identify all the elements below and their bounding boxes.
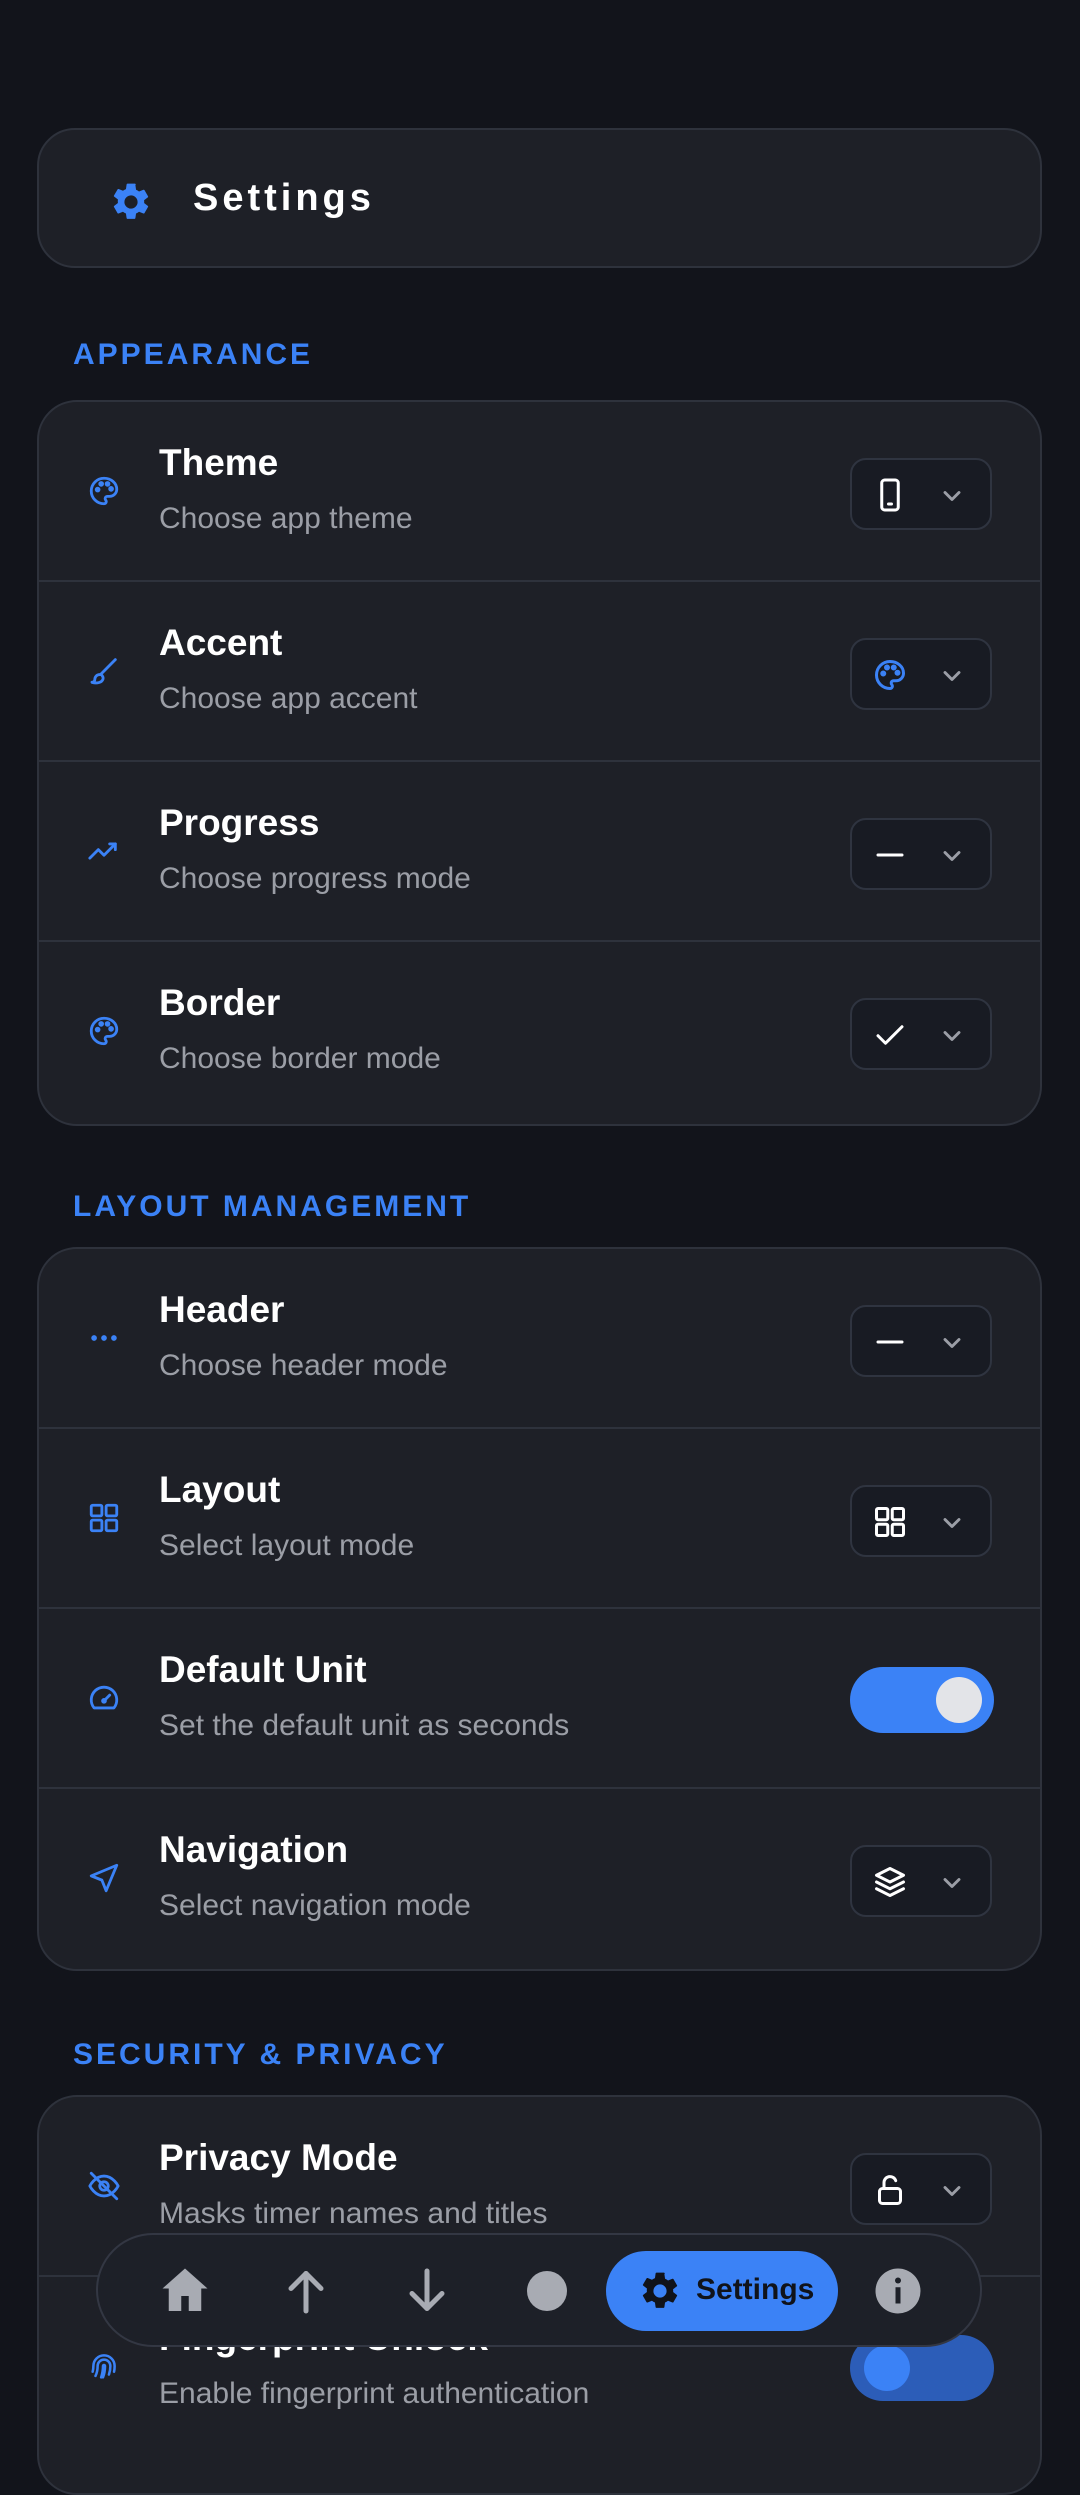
- settings-row-progress[interactable]: Progress Choose progress mode: [39, 760, 1040, 940]
- row-subtitle: Select navigation mode: [159, 1889, 471, 1922]
- section-title-layout: LAYOUT MANAGEMENT: [73, 1190, 472, 1223]
- phone-icon: [880, 478, 900, 512]
- nav-settings-label: Settings: [696, 2273, 815, 2306]
- row-title: Accent: [159, 622, 283, 663]
- eye-off-icon: [88, 2171, 120, 2201]
- row-title: Theme: [159, 442, 279, 483]
- gear-icon: [113, 183, 149, 219]
- row-title: Header: [159, 1289, 285, 1330]
- layout-card: Header Choose header mode Layout Select …: [37, 1247, 1042, 1971]
- border-dropdown[interactable]: [850, 998, 992, 1070]
- layers-icon: [875, 1867, 905, 1897]
- settings-row-default-unit[interactable]: Default Unit Set the default unit as sec…: [39, 1607, 1040, 1787]
- row-subtitle: Enable fingerprint authentication: [159, 2377, 590, 2410]
- row-title: Layout: [159, 1469, 281, 1510]
- appearance-card: Theme Choose app theme Accent Choose app…: [37, 400, 1042, 1126]
- grid-icon: [89, 1503, 119, 1533]
- header-card: Settings: [37, 128, 1042, 268]
- header-dropdown[interactable]: [850, 1305, 992, 1377]
- check-icon: [876, 1025, 904, 1045]
- nav-up-button[interactable]: [276, 2261, 336, 2321]
- nav-info-button[interactable]: [868, 2261, 928, 2321]
- info-icon: [875, 2268, 921, 2314]
- nav-down-button[interactable]: [397, 2261, 457, 2321]
- accent-dropdown[interactable]: [850, 638, 992, 710]
- dots-icon: [91, 1335, 117, 1341]
- chevron-down-icon: [943, 1338, 961, 1348]
- settings-row-border[interactable]: Border Choose border mode: [39, 940, 1040, 1120]
- settings-row-header[interactable]: Header Choose header mode: [39, 1249, 1040, 1427]
- gear-icon: [642, 2272, 678, 2308]
- chevron-down-icon: [943, 671, 961, 681]
- dash-icon: [876, 1340, 904, 1344]
- theme-dropdown[interactable]: [850, 458, 992, 530]
- chevron-down-icon: [943, 491, 961, 501]
- settings-row-theme[interactable]: Theme Choose app theme: [39, 402, 1040, 580]
- bottom-navigation: Settings: [96, 2233, 982, 2347]
- layout-dropdown[interactable]: [850, 1485, 992, 1557]
- navigation-arrow-icon: [89, 1863, 119, 1893]
- settings-row-layout[interactable]: Layout Select layout mode: [39, 1427, 1040, 1607]
- palette-icon: [875, 660, 905, 690]
- row-subtitle: Choose border mode: [159, 1042, 441, 1075]
- section-title-security: SECURITY & PRIVACY: [73, 2038, 448, 2071]
- fingerprint-icon: [91, 2354, 116, 2379]
- row-subtitle: Choose app accent: [159, 682, 418, 715]
- palette-icon: [89, 476, 119, 506]
- chevron-down-icon: [943, 1518, 961, 1528]
- arrow-up-icon: [288, 2271, 324, 2314]
- trend-icon: [88, 842, 117, 860]
- row-subtitle: Select layout mode: [159, 1529, 415, 1562]
- circle-icon: [527, 2271, 567, 2311]
- brush-icon: [90, 658, 117, 685]
- gauge-icon: [89, 1685, 119, 1710]
- nav-circle-button[interactable]: [517, 2261, 577, 2321]
- row-title: Border: [159, 982, 281, 1023]
- chevron-down-icon: [943, 851, 961, 861]
- home-icon: [162, 2268, 208, 2311]
- chevron-down-icon: [943, 2186, 961, 2196]
- section-title-appearance: APPEARANCE: [73, 338, 314, 371]
- settings-row-accent[interactable]: Accent Choose app accent: [39, 580, 1040, 760]
- toggle-knob: [936, 1677, 982, 1723]
- chevron-down-icon: [943, 1878, 961, 1888]
- row-title: Privacy Mode: [159, 2137, 398, 2178]
- lock-icon: [878, 2175, 902, 2205]
- row-title: Progress: [159, 802, 320, 843]
- palette-icon: [89, 1016, 119, 1046]
- row-subtitle: Choose app theme: [159, 502, 413, 535]
- row-subtitle: Choose progress mode: [159, 862, 471, 895]
- row-title: Default Unit: [159, 1649, 367, 1690]
- navigation-dropdown[interactable]: [850, 1845, 992, 1917]
- grid-icon: [875, 1507, 905, 1537]
- row-subtitle: Choose header mode: [159, 1349, 448, 1382]
- chevron-down-icon: [943, 1031, 961, 1041]
- progress-dropdown[interactable]: [850, 818, 992, 890]
- nav-home-button[interactable]: [155, 2261, 215, 2321]
- nav-settings-button[interactable]: Settings: [606, 2251, 838, 2331]
- row-title: Navigation: [159, 1829, 349, 1870]
- settings-row-navigation[interactable]: Navigation Select navigation mode: [39, 1787, 1040, 1967]
- default-unit-toggle[interactable]: [850, 1667, 994, 1733]
- privacy-mode-dropdown[interactable]: [850, 2153, 992, 2225]
- row-subtitle: Set the default unit as seconds: [159, 1709, 570, 1742]
- page-title: Settings: [193, 177, 375, 219]
- dash-icon: [876, 853, 904, 857]
- toggle-knob: [864, 2345, 910, 2391]
- row-subtitle: Masks timer names and titles: [159, 2197, 548, 2230]
- arrow-down-icon: [409, 2268, 445, 2311]
